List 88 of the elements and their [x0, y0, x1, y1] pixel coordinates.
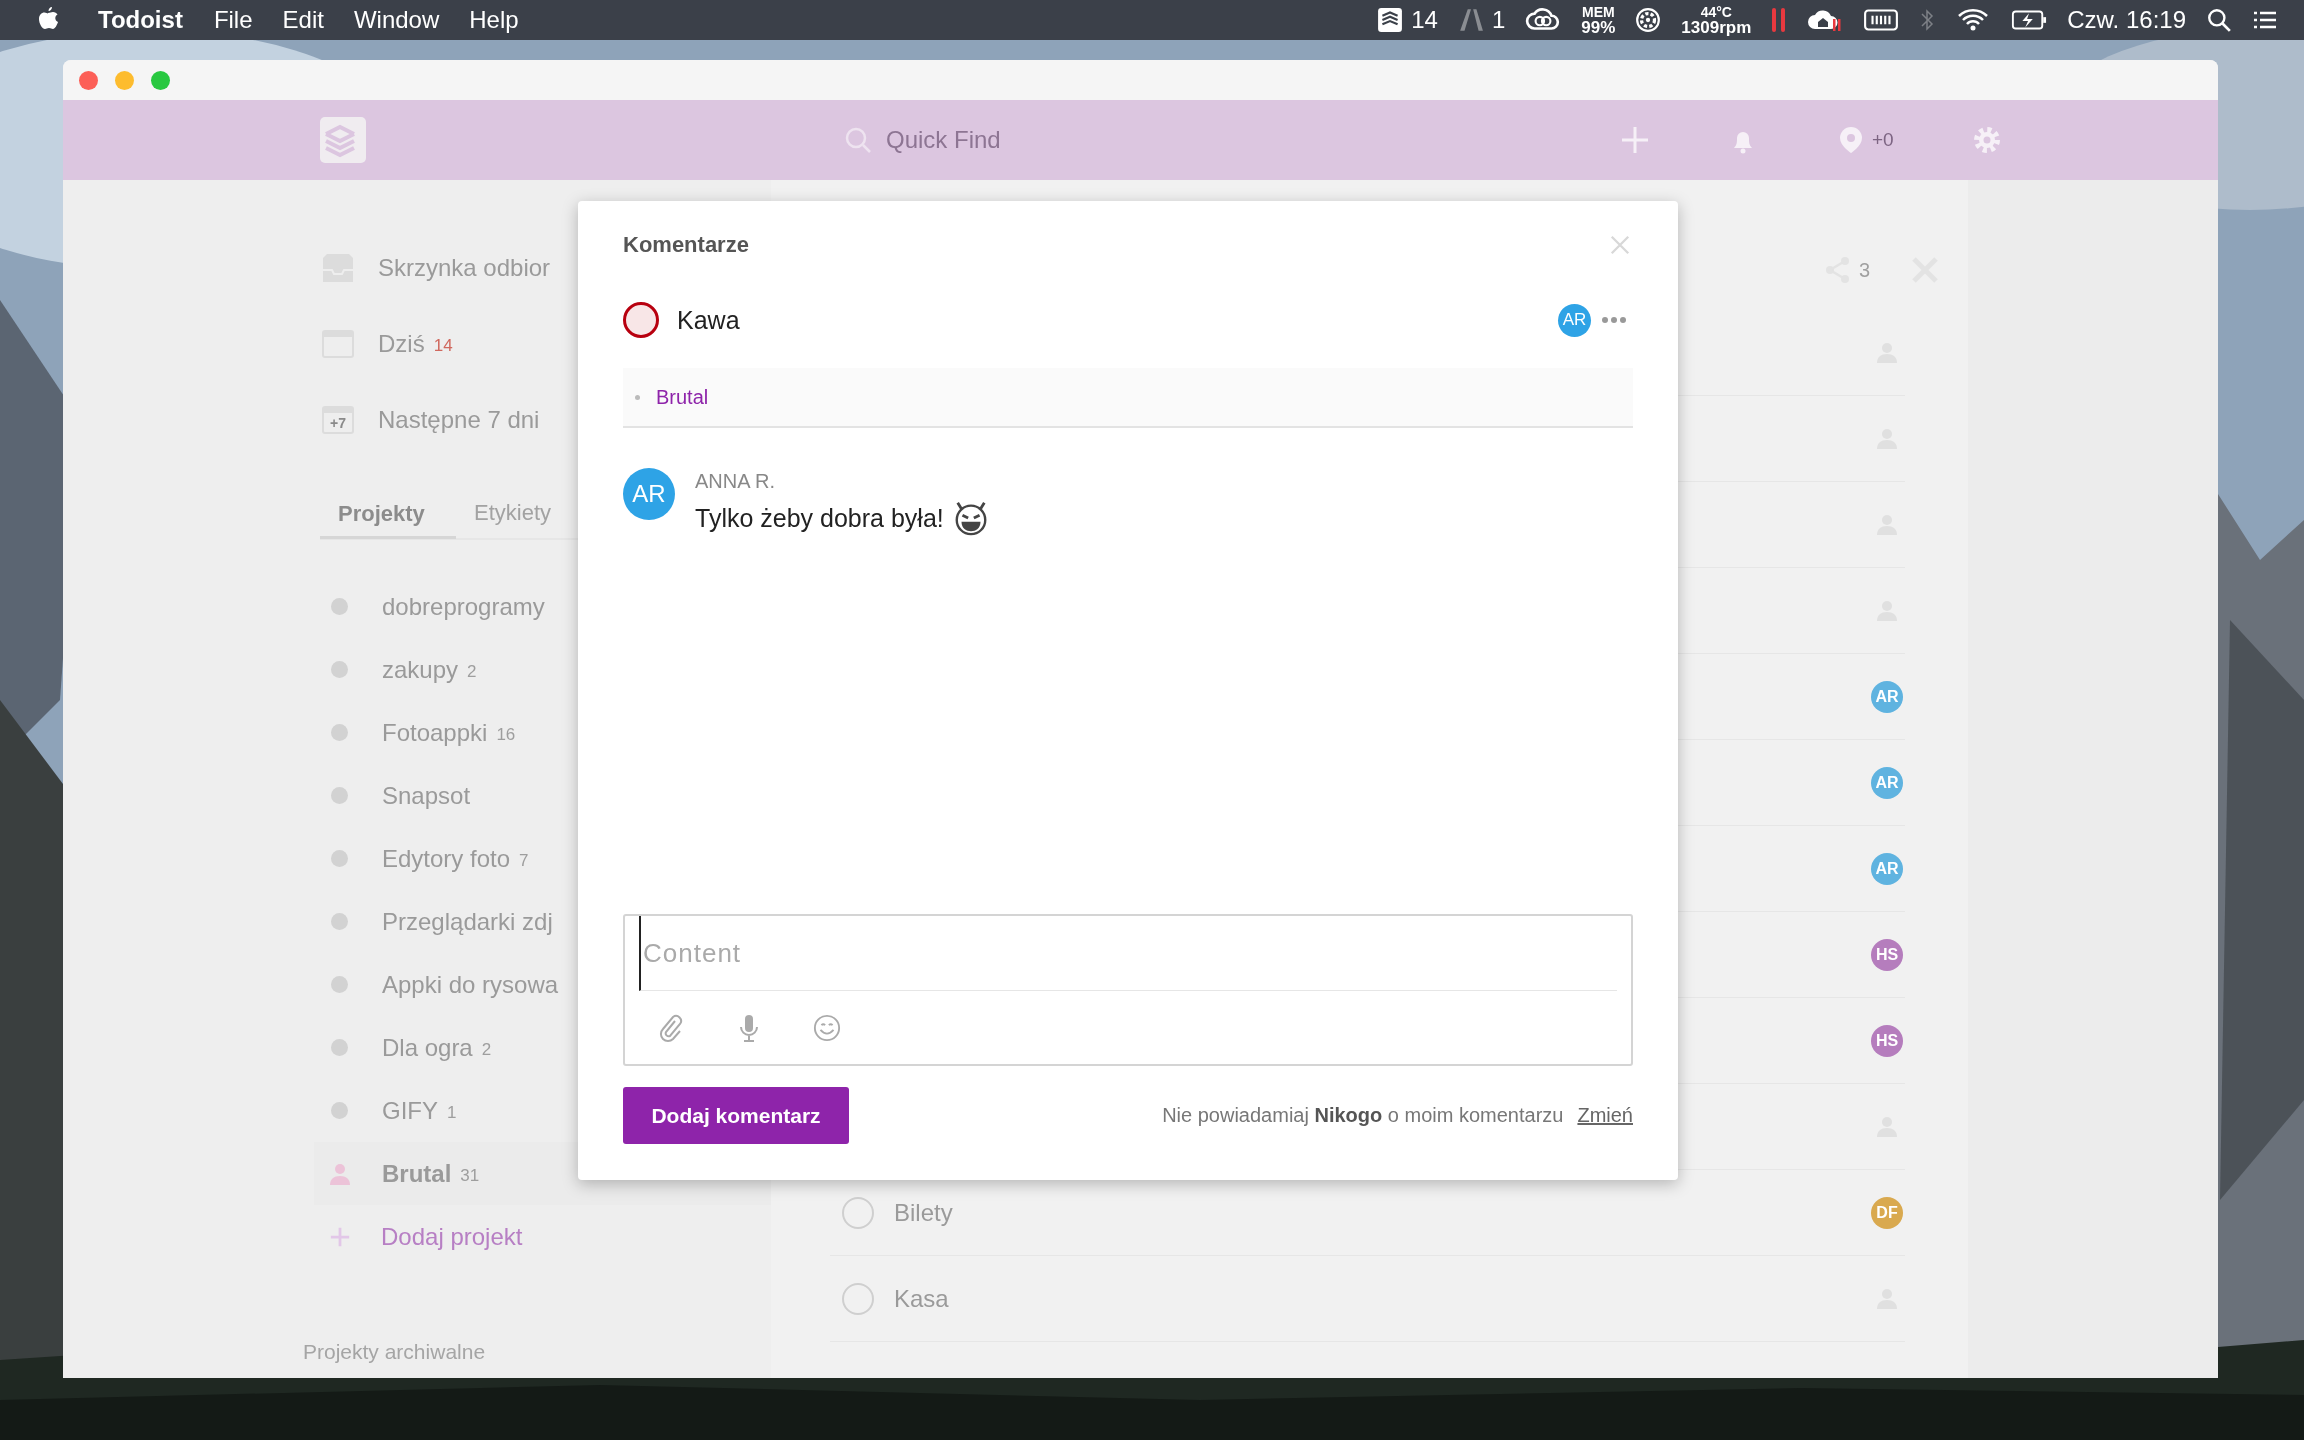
- close-icon[interactable]: [1609, 234, 1631, 256]
- bullet-icon: [635, 394, 640, 400]
- archived-projects-link[interactable]: Projekty archiwalne: [303, 1340, 771, 1364]
- project-dot-icon: [331, 724, 348, 741]
- task-title[interactable]: Kasa: [894, 1284, 949, 1313]
- project-count: 31: [460, 1166, 480, 1186]
- change-link[interactable]: Zmień: [1577, 1104, 1633, 1127]
- zoom-window-button[interactable]: [151, 70, 170, 90]
- comment-text: Tylko żeby dobra była!: [695, 503, 944, 533]
- settings-icon[interactable]: [1971, 125, 2002, 155]
- project-item[interactable]: Appki do rysowa: [382, 970, 559, 999]
- comment-field[interactable]: Content: [623, 914, 1633, 1066]
- project-dot-icon: [331, 598, 348, 615]
- cloud-icon[interactable]: [1525, 7, 1562, 33]
- sidebar-tab[interactable]: Projekty: [320, 489, 456, 539]
- more-icon[interactable]: [1601, 316, 1627, 324]
- comment-author: ANNA R.: [695, 470, 777, 493]
- project-item[interactable]: Edytory foto: [382, 844, 511, 873]
- project-count: 1: [447, 1103, 457, 1123]
- project-count: 2: [467, 662, 477, 682]
- project-dot-icon: [331, 787, 348, 804]
- task-checkbox[interactable]: [623, 302, 659, 338]
- assignee-avatar[interactable]: AR: [1871, 852, 1903, 885]
- project-dot-icon: [331, 1039, 348, 1056]
- paperclip-icon[interactable]: [657, 1012, 685, 1043]
- project-item[interactable]: zakupy: [382, 655, 459, 684]
- project-item[interactable]: Dla ogra: [382, 1033, 473, 1062]
- status-count: 1: [1491, 6, 1506, 34]
- project-dot-icon: [331, 913, 348, 930]
- app-menu[interactable]: Todoist: [98, 6, 183, 34]
- karma-count[interactable]: +0: [1872, 129, 1894, 151]
- project-item[interactable]: Snapsot: [382, 781, 471, 810]
- sidebar-tab[interactable]: Etykiety: [456, 488, 568, 538]
- app-logo-icon[interactable]: [320, 117, 366, 163]
- menu-item[interactable]: Edit: [282, 6, 324, 34]
- project-item[interactable]: Brutal: [382, 1159, 452, 1188]
- fan-icon[interactable]: [1635, 7, 1662, 33]
- plus-icon[interactable]: [1620, 125, 1650, 155]
- memory-chip-icon[interactable]: [1863, 7, 1900, 33]
- project-count: 16: [496, 725, 516, 745]
- close-window-button[interactable]: [79, 70, 98, 90]
- add-project-link[interactable]: Dodaj projekt: [381, 1222, 523, 1251]
- project-item[interactable]: dobreprogramy: [382, 592, 545, 621]
- project-count: 7: [519, 851, 529, 871]
- assignee-avatar[interactable]: AR: [1871, 766, 1903, 799]
- menu-item[interactable]: Window: [353, 6, 440, 34]
- add-comment-button[interactable]: Dodaj komentarz: [623, 1087, 849, 1144]
- person-icon: [328, 1161, 352, 1186]
- filter-item[interactable]: Skrzynka odbior: [378, 254, 551, 282]
- clock[interactable]: Czw. 16:19: [2067, 6, 2186, 34]
- assignee-avatar[interactable]: HS: [1871, 938, 1903, 971]
- pause-icon[interactable]: [1771, 7, 1788, 33]
- assignee-avatar[interactable]: AR: [1558, 303, 1591, 337]
- project-dot-icon: [331, 976, 348, 993]
- smiley-icon[interactable]: [813, 1012, 841, 1043]
- search-icon[interactable]: [2206, 7, 2232, 33]
- filter-item[interactable]: Następne 7 dni: [378, 406, 540, 434]
- search-icon: [844, 126, 872, 154]
- project-dot-icon: [331, 661, 348, 678]
- menu-item[interactable]: Help: [469, 6, 519, 34]
- task-name: Kawa: [677, 305, 740, 335]
- author-avatar: AR: [623, 468, 675, 520]
- layers-icon[interactable]: [1377, 7, 1404, 33]
- assignee-avatar[interactable]: HS: [1871, 1024, 1903, 1057]
- assignee-avatar[interactable]: DF: [1871, 1196, 1903, 1229]
- memory-readout[interactable]: MEM 99%: [1581, 5, 1616, 35]
- task-title[interactable]: Bilety: [894, 1198, 953, 1227]
- project-count: 2: [481, 1040, 492, 1060]
- menu-item[interactable]: File: [213, 6, 253, 34]
- project-dot-icon: [331, 850, 348, 867]
- share-count: 3: [1858, 258, 1870, 282]
- quick-find-field[interactable]: Quick Find: [884, 125, 1228, 155]
- bluetooth-icon[interactable]: [1919, 7, 1936, 33]
- project-link[interactable]: Brutal: [656, 385, 709, 409]
- project-item[interactable]: Fotoappki: [382, 718, 488, 747]
- plus-icon: [329, 1225, 351, 1248]
- notify-text: Nie powiadamiaj Nikogo o moim komentarzu: [1162, 1104, 1564, 1127]
- status-count: 14: [1411, 6, 1438, 34]
- assignee-avatar[interactable]: AR: [1871, 680, 1903, 713]
- project-item[interactable]: GIFY: [382, 1096, 438, 1125]
- calendar-icon: +7: [322, 406, 354, 434]
- minimize-window-button[interactable]: [115, 70, 134, 90]
- project-item[interactable]: Przeglądarki zdj: [382, 907, 553, 936]
- dialog-title: Komentarze: [623, 232, 749, 258]
- filter-item[interactable]: Dziś: [378, 330, 425, 358]
- project-dot-icon: [331, 1102, 348, 1119]
- fan-readout[interactable]: 44°C 1309rpm: [1681, 5, 1752, 35]
- filter-count: 14: [433, 336, 453, 356]
